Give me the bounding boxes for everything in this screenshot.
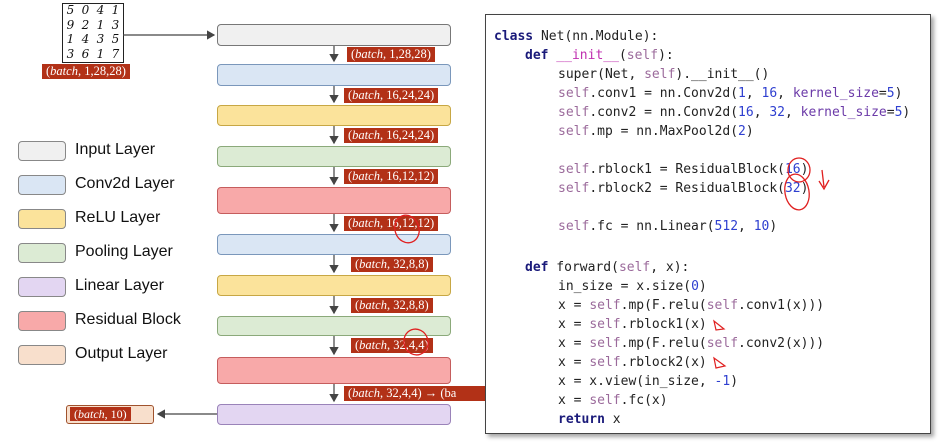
legend-label: Output Layer bbox=[75, 345, 168, 362]
legend-swatch-input bbox=[18, 141, 66, 161]
red-circle-annotation bbox=[787, 157, 811, 183]
red-triangle-annotation bbox=[713, 356, 727, 369]
red-arrow-annotation bbox=[818, 169, 830, 191]
legend-swatch-output bbox=[18, 345, 66, 365]
red-circle-annotation bbox=[394, 214, 420, 244]
code-panel: class Net(nn.Module): def __init__(self)… bbox=[485, 14, 931, 434]
legend-swatch-residual bbox=[18, 311, 66, 331]
legend-label: Conv2d Layer bbox=[75, 175, 175, 192]
code-annotations bbox=[713, 157, 830, 369]
legend-swatch-linear bbox=[18, 277, 66, 297]
red-circle-annotation bbox=[403, 328, 429, 356]
legend-label: Input Layer bbox=[75, 141, 156, 158]
legend-label: Residual Block bbox=[75, 311, 181, 328]
legend-label: Pooling Layer bbox=[75, 243, 173, 260]
legend-swatch-pooling bbox=[18, 243, 66, 263]
legend-swatch-relu bbox=[18, 209, 66, 229]
legend-label: Linear Layer bbox=[75, 277, 164, 294]
red-triangle-annotation bbox=[713, 319, 726, 331]
legend-label: ReLU Layer bbox=[75, 209, 161, 226]
legend-swatch-conv2d bbox=[18, 175, 66, 195]
